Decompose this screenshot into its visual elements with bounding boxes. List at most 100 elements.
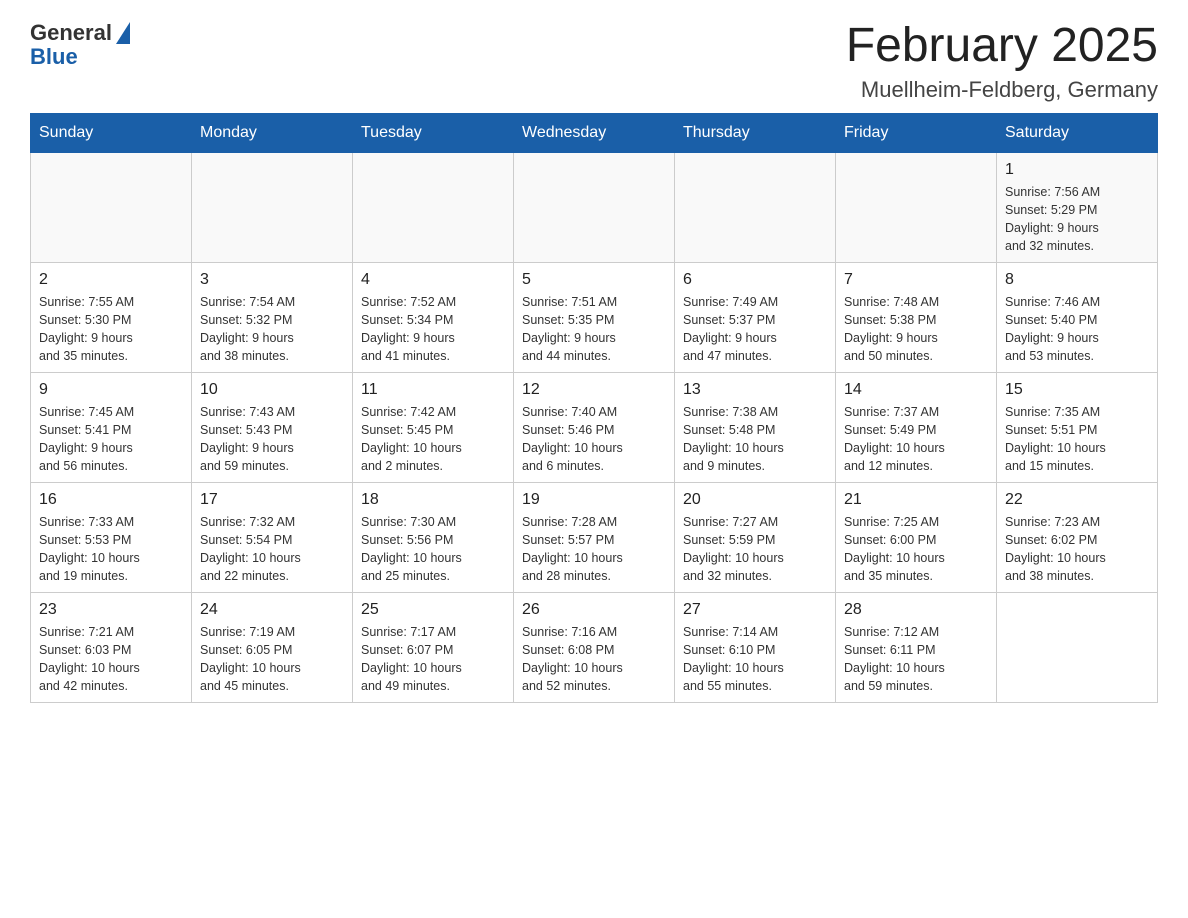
logo-general-text: General (30, 20, 112, 46)
col-header-wednesday: Wednesday (514, 113, 675, 152)
calendar-cell: 21 Sunrise: 7:25 AM Sunset: 6:00 PM Dayli… (836, 482, 997, 592)
calendar-cell: 12 Sunrise: 7:40 AM Sunset: 5:46 PM Dayli… (514, 372, 675, 482)
day-info: Sunrise: 7:43 AM Sunset: 5:43 PM Dayligh… (200, 403, 344, 476)
calendar-cell: 7 Sunrise: 7:48 AM Sunset: 5:38 PM Daylig… (836, 262, 997, 372)
day-number: 20 (683, 491, 827, 509)
month-title: February 2025 (846, 20, 1158, 73)
calendar-cell: 4Sunrise: 7:52 AM Sunset: 5:34 PM Daylig… (353, 262, 514, 372)
day-info: Sunrise: 7:54 AM Sunset: 5:32 PM Dayligh… (200, 293, 344, 366)
calendar-cell: 6 Sunrise: 7:49 AM Sunset: 5:37 PM Daylig… (675, 262, 836, 372)
day-number: 7 (844, 271, 988, 289)
day-info: Sunrise: 7:48 AM Sunset: 5:38 PM Dayligh… (844, 293, 988, 366)
col-header-friday: Friday (836, 113, 997, 152)
day-info: Sunrise: 7:56 AM Sunset: 5:29 PM Dayligh… (1005, 183, 1149, 256)
day-number: 21 (844, 491, 988, 509)
calendar-week-row: 9 Sunrise: 7:45 AM Sunset: 5:41 PM Daylig… (31, 372, 1158, 482)
calendar-table: SundayMondayTuesdayWednesdayThursdayFrid… (30, 113, 1158, 703)
day-number: 5 (522, 271, 666, 289)
day-info: Sunrise: 7:25 AM Sunset: 6:00 PM Dayligh… (844, 513, 988, 586)
day-number: 9 (39, 381, 183, 399)
day-number: 1 (1005, 161, 1149, 179)
day-info: Sunrise: 7:33 AM Sunset: 5:53 PM Dayligh… (39, 513, 183, 586)
day-number: 11 (361, 381, 505, 399)
calendar-cell: 19 Sunrise: 7:28 AM Sunset: 5:57 PM Dayli… (514, 482, 675, 592)
calendar-cell: 27 Sunrise: 7:14 AM Sunset: 6:10 PM Dayli… (675, 592, 836, 702)
day-info: Sunrise: 7:16 AM Sunset: 6:08 PM Dayligh… (522, 623, 666, 696)
calendar-cell: 22Sunrise: 7:23 AM Sunset: 6:02 PM Dayli… (997, 482, 1158, 592)
day-number: 8 (1005, 271, 1149, 289)
day-number: 6 (683, 271, 827, 289)
page-header: General Blue February 2025 Muellheim-Fel… (30, 20, 1158, 103)
day-info: Sunrise: 7:37 AM Sunset: 5:49 PM Dayligh… (844, 403, 988, 476)
day-number: 23 (39, 601, 183, 619)
day-number: 3 (200, 271, 344, 289)
calendar-cell (675, 152, 836, 262)
col-header-sunday: Sunday (31, 113, 192, 152)
calendar-cell: 13 Sunrise: 7:38 AM Sunset: 5:48 PM Dayli… (675, 372, 836, 482)
calendar-cell: 26 Sunrise: 7:16 AM Sunset: 6:08 PM Dayli… (514, 592, 675, 702)
day-number: 16 (39, 491, 183, 509)
day-number: 17 (200, 491, 344, 509)
title-block: February 2025 Muellheim-Feldberg, German… (846, 20, 1158, 103)
day-number: 22 (1005, 491, 1149, 509)
day-info: Sunrise: 7:32 AM Sunset: 5:54 PM Dayligh… (200, 513, 344, 586)
calendar-cell: 1 Sunrise: 7:56 AM Sunset: 5:29 PM Daylig… (997, 152, 1158, 262)
day-number: 15 (1005, 381, 1149, 399)
calendar-cell (192, 152, 353, 262)
day-number: 13 (683, 381, 827, 399)
calendar-cell: 14 Sunrise: 7:37 AM Sunset: 5:49 PM Dayli… (836, 372, 997, 482)
calendar-cell: 10 Sunrise: 7:43 AM Sunset: 5:43 PM Dayli… (192, 372, 353, 482)
day-info: Sunrise: 7:45 AM Sunset: 5:41 PM Dayligh… (39, 403, 183, 476)
day-info: Sunrise: 7:51 AM Sunset: 5:35 PM Dayligh… (522, 293, 666, 366)
day-info: Sunrise: 7:12 AM Sunset: 6:11 PM Dayligh… (844, 623, 988, 696)
day-info: Sunrise: 7:35 AM Sunset: 5:51 PM Dayligh… (1005, 403, 1149, 476)
calendar-cell: 11 Sunrise: 7:42 AM Sunset: 5:45 PM Dayli… (353, 372, 514, 482)
day-number: 24 (200, 601, 344, 619)
day-number: 28 (844, 601, 988, 619)
calendar-cell (997, 592, 1158, 702)
calendar-cell: 23Sunrise: 7:21 AM Sunset: 6:03 PM Dayli… (31, 592, 192, 702)
day-info: Sunrise: 7:49 AM Sunset: 5:37 PM Dayligh… (683, 293, 827, 366)
calendar-cell (514, 152, 675, 262)
day-number: 25 (361, 601, 505, 619)
day-number: 27 (683, 601, 827, 619)
day-info: Sunrise: 7:42 AM Sunset: 5:45 PM Dayligh… (361, 403, 505, 476)
day-number: 10 (200, 381, 344, 399)
col-header-saturday: Saturday (997, 113, 1158, 152)
calendar-cell: 9 Sunrise: 7:45 AM Sunset: 5:41 PM Daylig… (31, 372, 192, 482)
day-number: 12 (522, 381, 666, 399)
calendar-cell (31, 152, 192, 262)
day-number: 2 (39, 271, 183, 289)
col-header-monday: Monday (192, 113, 353, 152)
day-number: 18 (361, 491, 505, 509)
calendar-cell: 3 Sunrise: 7:54 AM Sunset: 5:32 PM Daylig… (192, 262, 353, 372)
day-number: 26 (522, 601, 666, 619)
day-number: 19 (522, 491, 666, 509)
day-number: 14 (844, 381, 988, 399)
calendar-week-row: 1 Sunrise: 7:56 AM Sunset: 5:29 PM Daylig… (31, 152, 1158, 262)
day-info: Sunrise: 7:28 AM Sunset: 5:57 PM Dayligh… (522, 513, 666, 586)
day-info: Sunrise: 7:46 AM Sunset: 5:40 PM Dayligh… (1005, 293, 1149, 366)
calendar-week-row: 2 Sunrise: 7:55 AM Sunset: 5:30 PM Daylig… (31, 262, 1158, 372)
day-info: Sunrise: 7:14 AM Sunset: 6:10 PM Dayligh… (683, 623, 827, 696)
calendar-cell: 18Sunrise: 7:30 AM Sunset: 5:56 PM Dayli… (353, 482, 514, 592)
calendar-cell: 2 Sunrise: 7:55 AM Sunset: 5:30 PM Daylig… (31, 262, 192, 372)
calendar-cell (836, 152, 997, 262)
calendar-cell: 20Sunrise: 7:27 AM Sunset: 5:59 PM Dayli… (675, 482, 836, 592)
day-info: Sunrise: 7:40 AM Sunset: 5:46 PM Dayligh… (522, 403, 666, 476)
location-title: Muellheim-Feldberg, Germany (846, 77, 1158, 103)
calendar-cell: 24 Sunrise: 7:19 AM Sunset: 6:05 PM Dayli… (192, 592, 353, 702)
day-info: Sunrise: 7:55 AM Sunset: 5:30 PM Dayligh… (39, 293, 183, 366)
calendar-cell: 15 Sunrise: 7:35 AM Sunset: 5:51 PM Dayli… (997, 372, 1158, 482)
logo-blue-text: Blue (30, 44, 78, 70)
day-info: Sunrise: 7:38 AM Sunset: 5:48 PM Dayligh… (683, 403, 827, 476)
calendar-cell: 28 Sunrise: 7:12 AM Sunset: 6:11 PM Dayli… (836, 592, 997, 702)
calendar-week-row: 16 Sunrise: 7:33 AM Sunset: 5:53 PM Dayli… (31, 482, 1158, 592)
calendar-cell (353, 152, 514, 262)
col-header-thursday: Thursday (675, 113, 836, 152)
calendar-header-row: SundayMondayTuesdayWednesdayThursdayFrid… (31, 113, 1158, 152)
day-info: Sunrise: 7:19 AM Sunset: 6:05 PM Dayligh… (200, 623, 344, 696)
logo-triangle-icon (116, 22, 130, 44)
calendar-cell: 17 Sunrise: 7:32 AM Sunset: 5:54 PM Dayli… (192, 482, 353, 592)
calendar-week-row: 23Sunrise: 7:21 AM Sunset: 6:03 PM Dayli… (31, 592, 1158, 702)
